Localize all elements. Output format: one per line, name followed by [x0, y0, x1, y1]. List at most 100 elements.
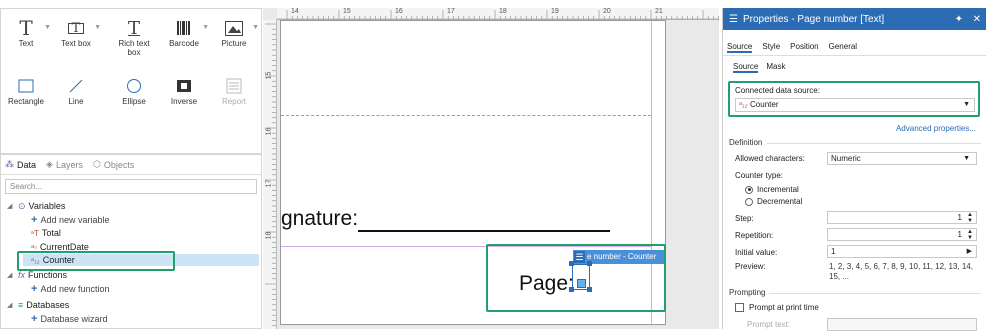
- tree-variables[interactable]: ◢ ⊙ Variables: [7, 200, 65, 212]
- signature-line: [358, 230, 610, 232]
- repetition-value: 1: [957, 230, 962, 239]
- rich-text-box-tool-label: Rich text box: [118, 39, 150, 57]
- ruler-label: 17: [265, 179, 273, 188]
- initial-value-input[interactable]: 1 ▶: [827, 245, 977, 258]
- tab-objects-label: Objects: [103, 159, 135, 170]
- tree-add-function[interactable]: + Add new function: [31, 283, 109, 295]
- tab-divider: [723, 55, 986, 56]
- margin-guide: [281, 115, 651, 116]
- tree-database-wizard-label: Database wizard: [40, 314, 108, 324]
- close-icon[interactable]: ✕: [973, 14, 981, 25]
- text-box-tool[interactable]: T ▼ Text box: [53, 17, 101, 49]
- objects-icon: ⬡: [92, 159, 101, 169]
- inverse-tool-label: Inverse: [170, 97, 198, 106]
- barcode-tool[interactable]: ▼ Barcode: [161, 17, 209, 48]
- data-panel-tabs: ⁂ Data ◈ Layers ⬡ Objects: [1, 155, 261, 175]
- layers-icon: ◈: [46, 159, 53, 169]
- tab-source[interactable]: Source: [727, 42, 753, 53]
- tab-general[interactable]: General: [829, 42, 857, 53]
- preview-value: 1, 2, 3, 4, 5, 6, 7, 8, 9, 10, 11, 12, 1…: [829, 262, 973, 281]
- signature-text[interactable]: gnature:: [281, 207, 358, 231]
- ruler-label: 16: [265, 127, 273, 136]
- ellipse-icon: [111, 75, 157, 97]
- variables-icon: ⊙: [18, 200, 26, 211]
- chevron-down-icon[interactable]: ▼: [44, 23, 51, 32]
- initial-value: 1: [831, 247, 836, 256]
- definition-section-title: Definition: [729, 138, 763, 147]
- tree-add-variable-label: Add new variable: [40, 215, 110, 225]
- ellipse-tool[interactable]: Ellipse: [111, 75, 157, 106]
- subtab-source[interactable]: Source: [733, 62, 759, 73]
- functions-icon: fx: [18, 270, 26, 280]
- chevron-down-icon[interactable]: ▼: [252, 23, 259, 32]
- prompt-text-input[interactable]: [827, 318, 977, 331]
- tree-total-label: Total: [41, 228, 61, 238]
- initial-value-label: Initial value:: [735, 248, 778, 257]
- repetition-label: Repetition:: [735, 231, 774, 240]
- radio-checked-icon: [745, 185, 753, 194]
- pin-icon[interactable]: ✦: [955, 14, 963, 25]
- rectangle-tool[interactable]: Rectangle: [3, 75, 49, 106]
- arrow-right-icon[interactable]: ▶: [967, 246, 972, 257]
- picture-icon: [211, 17, 257, 39]
- ruler-label: 15: [343, 8, 351, 15]
- tree-total[interactable]: ᵃT Total: [31, 227, 61, 239]
- repetition-input[interactable]: 1 ▲ ▼: [827, 228, 977, 241]
- ruler-label: 20: [603, 8, 611, 15]
- search-input[interactable]: Search...: [5, 179, 257, 194]
- tab-position[interactable]: Position: [790, 42, 818, 53]
- tab-objects[interactable]: ⬡ Objects: [93, 159, 134, 170]
- ruler-label: 19: [551, 8, 559, 15]
- step-input[interactable]: 1 ▲ ▼: [827, 211, 977, 224]
- inverse-tool[interactable]: Inverse: [161, 75, 207, 106]
- ruler-label: 17: [447, 8, 455, 15]
- page-highlight-box: [486, 244, 666, 312]
- line-tool-label: Line: [68, 97, 84, 106]
- collapse-triangle-icon[interactable]: ◢: [7, 271, 15, 279]
- collapse-triangle-icon[interactable]: ◢: [7, 301, 15, 309]
- text-tool[interactable]: T ▼ Text: [3, 17, 51, 49]
- plus-icon: +: [31, 214, 38, 226]
- advanced-properties-link[interactable]: Advanced properties...: [896, 124, 976, 133]
- barcode-tool-label: Barcode: [169, 39, 199, 48]
- chevron-down-icon[interactable]: ▼: [202, 23, 209, 32]
- line-tool[interactable]: Line: [53, 75, 99, 106]
- report-icon: [211, 75, 257, 97]
- incremental-radio[interactable]: Incremental: [745, 185, 799, 194]
- rich-text-box-tool[interactable]: T Rich text box: [111, 17, 157, 57]
- prompt-text-label: Prompt text:: [747, 320, 791, 329]
- properties-tabs: Source Style Position General: [727, 42, 857, 53]
- tree-variables-label: Variables: [28, 201, 66, 211]
- section-divider: [769, 293, 981, 294]
- properties-menu-icon[interactable]: ☰: [729, 14, 738, 25]
- tree-databases[interactable]: ◢ ≡ Databases: [7, 299, 69, 311]
- tab-layers[interactable]: ◈ Layers: [46, 159, 83, 170]
- report-tool[interactable]: Report: [211, 75, 257, 106]
- tree-add-variable[interactable]: + Add new variable: [31, 214, 109, 226]
- prompt-at-print-label: Prompt at print time: [749, 303, 819, 312]
- prompt-at-print-checkbox[interactable]: Prompt at print time: [735, 303, 819, 312]
- tree-database-wizard[interactable]: + Database wizard: [31, 313, 107, 325]
- ruler-label: 14: [291, 8, 299, 15]
- spinner-icon[interactable]: ▲ ▼: [967, 212, 973, 224]
- collapse-triangle-icon[interactable]: ◢: [7, 202, 15, 210]
- properties-header: ☰ Properties - Page number [Text] ✦ ✕: [723, 8, 986, 30]
- rich-text-box-icon: T: [127, 17, 140, 39]
- variable-icon: ᵃT: [31, 228, 39, 238]
- tree-add-function-label: Add new function: [40, 284, 110, 294]
- allowed-characters-select[interactable]: Numeric ▼: [827, 152, 977, 165]
- report-tool-label: Report: [221, 97, 246, 106]
- tab-data[interactable]: ⁂ Data: [5, 159, 36, 170]
- picture-tool[interactable]: ▼ Picture: [211, 17, 259, 48]
- subtab-mask[interactable]: Mask: [766, 62, 785, 73]
- decremental-radio[interactable]: Decremental: [745, 197, 802, 206]
- picture-tool-label: Picture: [221, 39, 247, 48]
- chevron-down-icon: ▼: [963, 155, 970, 162]
- toolbox-panel: T ▼ Text T ▼ Text box T Rich text box ▼ …: [0, 8, 262, 154]
- spinner-icon[interactable]: ▲ ▼: [967, 229, 973, 241]
- incremental-label: Incremental: [757, 185, 799, 194]
- tree-databases-label: Databases: [26, 300, 70, 310]
- allowed-characters-value: Numeric: [831, 154, 861, 163]
- chevron-down-icon[interactable]: ▼: [94, 23, 101, 32]
- tab-style[interactable]: Style: [762, 42, 780, 53]
